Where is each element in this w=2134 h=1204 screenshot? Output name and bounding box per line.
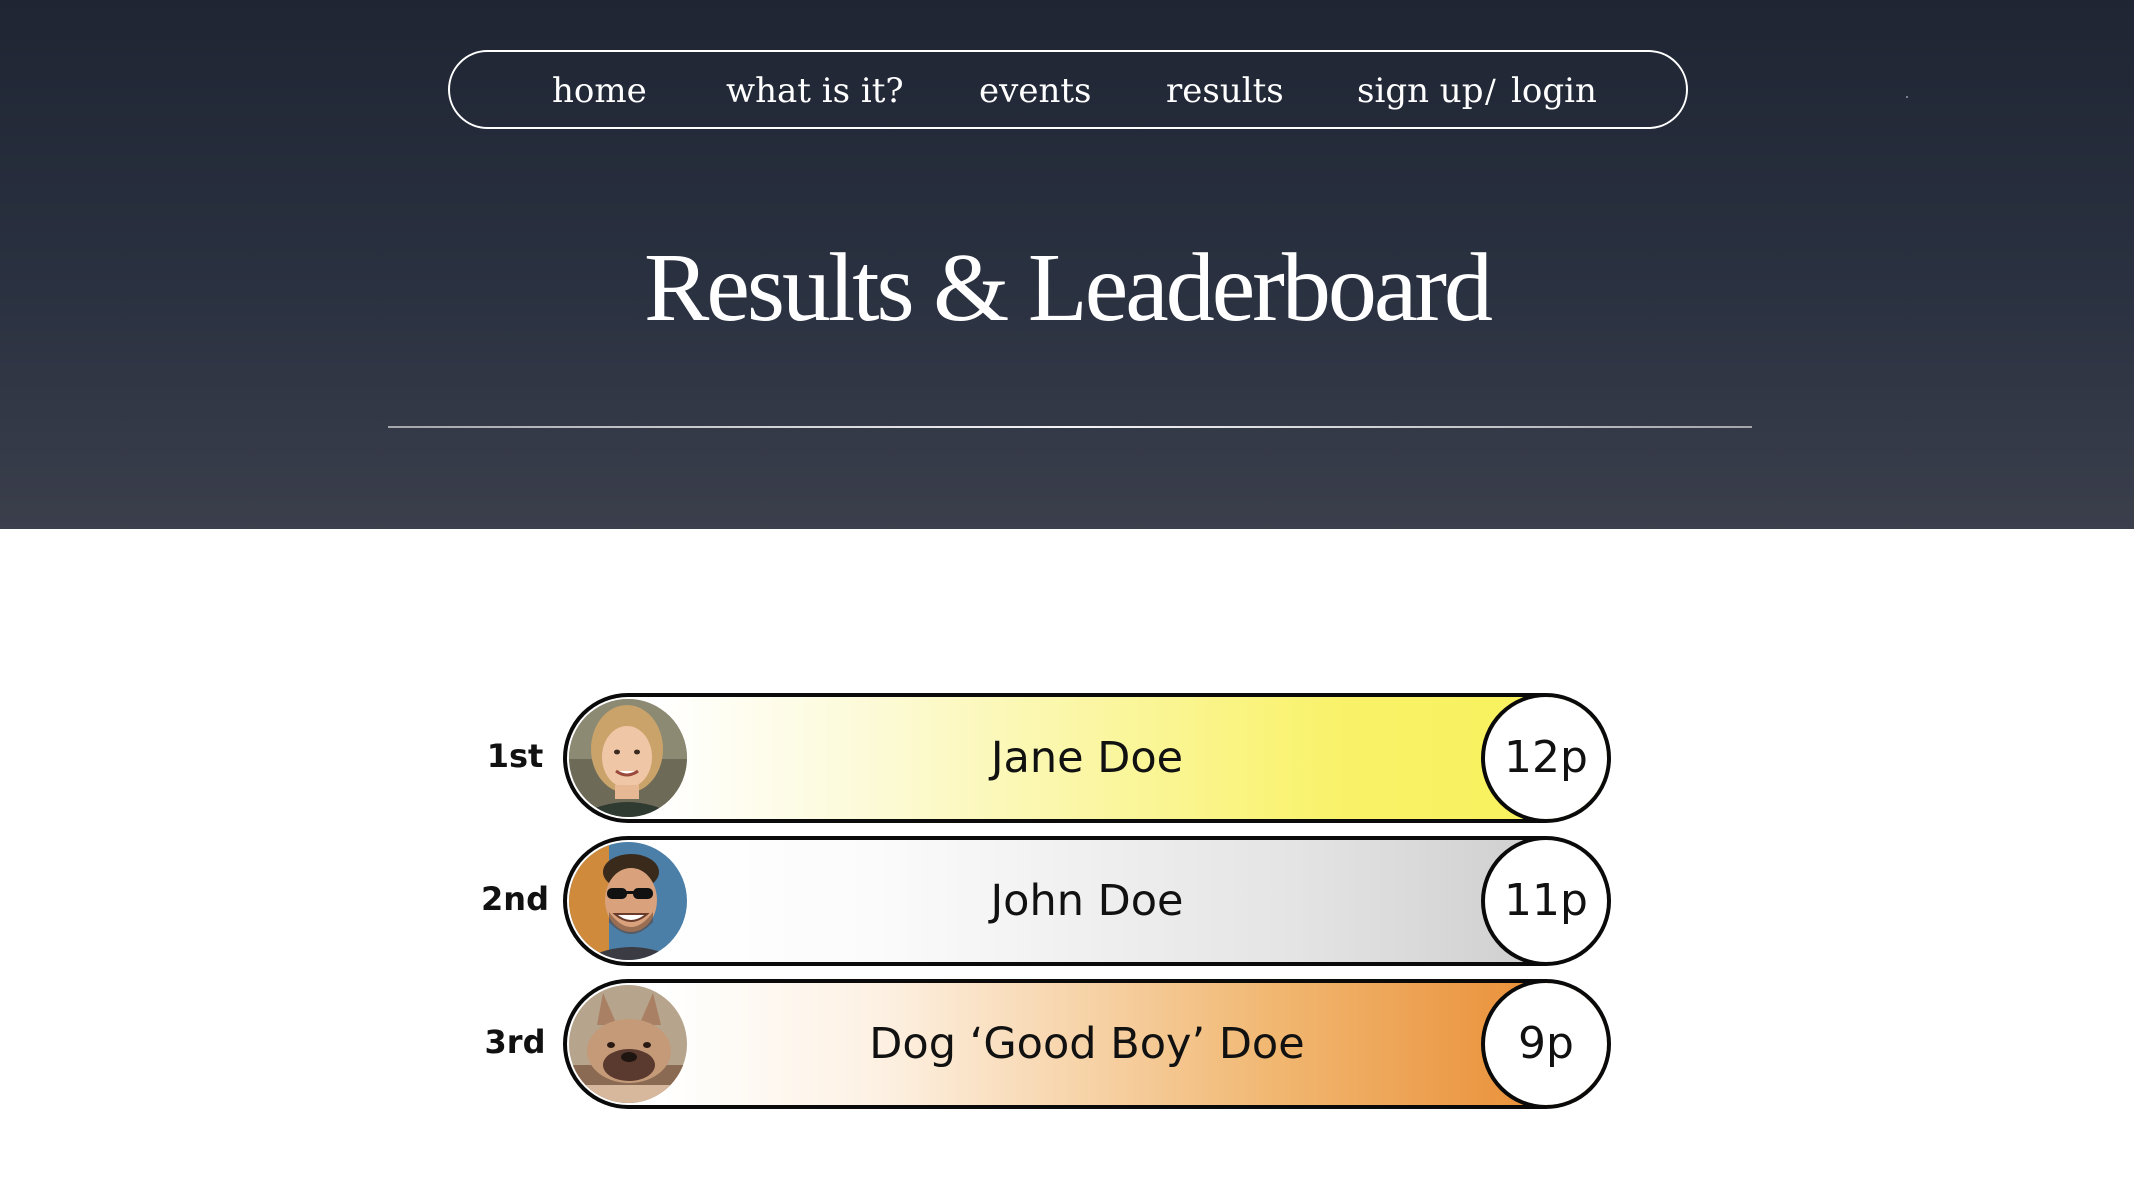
score-badge: 11p	[1481, 840, 1607, 962]
avatar-man-sunglasses-photo	[569, 842, 687, 960]
nav-link-login[interactable]: login	[1511, 52, 1597, 131]
nav-link-events[interactable]: events	[979, 52, 1091, 131]
avatar-french-bulldog-photo	[569, 985, 687, 1103]
nav-link-what-is-it[interactable]: what is it?	[726, 52, 904, 131]
title-divider	[388, 426, 1752, 428]
leaderboard-row: Jane Doe 12p	[563, 693, 1611, 823]
score-badge: 12p	[1481, 697, 1607, 819]
avatar-woman-portrait-photo	[569, 699, 687, 817]
rank-label: 1st	[486, 737, 544, 775]
nav-link-results[interactable]: results	[1166, 52, 1284, 131]
score-badge: 9p	[1481, 983, 1607, 1105]
player-name: John Doe	[990, 876, 1184, 926]
hero-banner: home what is it? events results sign up …	[0, 0, 2134, 529]
decorative-dot	[1906, 96, 1908, 98]
leaderboard-row: John Doe 11p	[563, 836, 1611, 966]
main-nav: home what is it? events results sign up …	[448, 50, 1688, 129]
nav-separator: /	[1485, 72, 1496, 110]
player-name: Dog ‘Good Boy’ Doe	[869, 1019, 1305, 1069]
nav-link-home[interactable]: home	[552, 52, 647, 131]
nav-link-sign-up[interactable]: sign up	[1357, 52, 1483, 131]
page-title: Results & Leaderboard	[644, 234, 1493, 342]
rank-label: 3rd	[484, 1023, 546, 1061]
rank-label: 2nd	[481, 880, 549, 918]
leaderboard-row: Dog ‘Good Boy’ Doe 9p	[563, 979, 1611, 1109]
player-name: Jane Doe	[990, 733, 1184, 783]
